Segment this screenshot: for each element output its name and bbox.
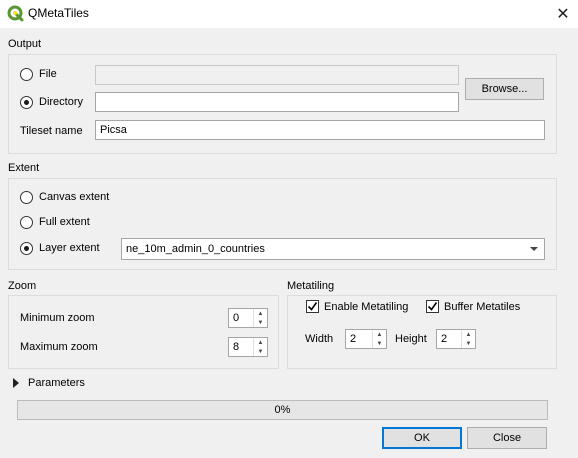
file-radio-label: File (39, 68, 57, 80)
checkmark-icon (427, 302, 438, 311)
directory-radio[interactable] (20, 96, 33, 109)
spin-down-icon[interactable]: ▼ (254, 347, 267, 356)
output-section-label: Output (8, 38, 42, 50)
spin-down-icon[interactable]: ▼ (462, 339, 475, 348)
spin-up-icon[interactable]: ▲ (254, 338, 267, 347)
zoom-group (8, 295, 279, 369)
tileset-name-label: Tileset name (20, 125, 83, 137)
height-value: 2 (441, 333, 448, 345)
zoom-section-label: Zoom (8, 280, 37, 292)
spin-down-icon[interactable]: ▼ (254, 318, 267, 327)
canvas-extent-radio[interactable] (20, 191, 33, 204)
min-zoom-value: 0 (233, 312, 240, 324)
spin-up-icon[interactable]: ▲ (254, 309, 267, 318)
layer-extent-radio[interactable] (20, 242, 33, 255)
min-zoom-label: Minimum zoom (20, 312, 95, 324)
directory-path-input[interactable] (95, 92, 459, 112)
window-close-button[interactable]: ✕ (548, 0, 578, 28)
parameters-toggle[interactable]: Parameters (10, 377, 85, 389)
file-path-input[interactable] (95, 65, 459, 85)
min-zoom-spinbox[interactable]: 0 ▲ ▼ (228, 308, 268, 328)
width-label: Width (305, 333, 334, 345)
enable-metatiling-checkbox[interactable] (306, 300, 319, 313)
full-extent-radio[interactable] (20, 216, 33, 229)
file-radio[interactable] (20, 68, 33, 81)
buffer-metatiles-label: Buffer Metatiles (444, 301, 521, 313)
layer-select[interactable]: ne_10m_admin_0_countries (121, 238, 545, 260)
extent-section-label: Extent (8, 162, 40, 174)
max-zoom-label: Maximum zoom (20, 341, 98, 353)
spin-down-icon[interactable]: ▼ (373, 339, 386, 348)
layer-extent-label: Layer extent (39, 242, 100, 254)
tileset-name-input[interactable]: Picsa (95, 120, 545, 140)
buffer-metatiles-checkbox[interactable] (426, 300, 439, 313)
qgis-logo-icon (7, 5, 24, 22)
metatiling-section-label: Metatiling (287, 280, 335, 292)
width-value: 2 (350, 333, 357, 345)
height-label: Height (395, 333, 427, 345)
enable-metatiling-label: Enable Metatiling (324, 301, 409, 313)
max-zoom-spinbox[interactable]: 8 ▲ ▼ (228, 337, 268, 357)
parameters-label: Parameters (28, 377, 85, 389)
checkmark-icon (307, 302, 318, 311)
progress-text: 0% (274, 404, 291, 416)
canvas-extent-label: Canvas extent (39, 191, 110, 203)
full-extent-label: Full extent (39, 216, 90, 228)
max-zoom-value: 8 (233, 341, 240, 353)
directory-radio-label: Directory (39, 96, 84, 108)
expand-arrow-icon (13, 378, 19, 388)
close-icon: ✕ (556, 6, 570, 23)
height-spinbox[interactable]: 2 ▲ ▼ (436, 329, 476, 349)
width-spinbox[interactable]: 2 ▲ ▼ (345, 329, 387, 349)
layer-select-value: ne_10m_admin_0_countries (126, 243, 265, 255)
progress-bar: 0% (17, 400, 548, 420)
ok-button[interactable]: OK (382, 427, 462, 449)
browse-button[interactable]: Browse... (465, 78, 544, 100)
close-button[interactable]: Close (467, 427, 547, 449)
spin-up-icon[interactable]: ▲ (462, 330, 475, 339)
chevron-down-icon (530, 247, 538, 251)
window-title: QMetaTiles (28, 6, 89, 20)
spin-up-icon[interactable]: ▲ (373, 330, 386, 339)
